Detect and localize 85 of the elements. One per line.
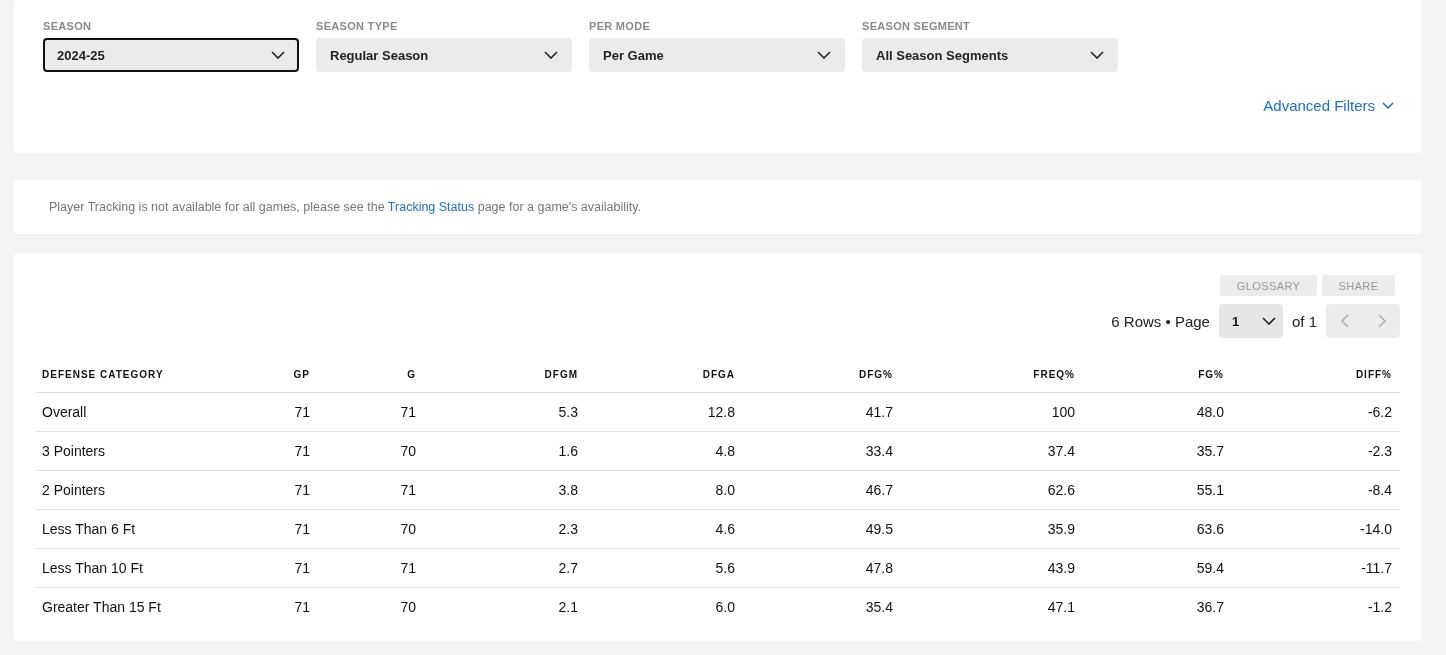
table-cell-text: 71 (293, 404, 311, 420)
table-cell-text: 71 (293, 599, 311, 615)
table-cell-text: -14.0 (1359, 521, 1393, 537)
table-cell-text: 35.4 (864, 599, 894, 615)
table-cell-text: 37.4 (1046, 443, 1076, 459)
table-cell-text: 71 (293, 521, 311, 537)
table-cell-text: 8.0 (714, 482, 736, 498)
table-cell-text: 2.1 (557, 599, 579, 615)
column-header[interactable]: GP (250, 368, 318, 380)
table-cell-text: 100 (1050, 404, 1076, 420)
page-count-label: of 1 (1291, 312, 1317, 330)
table-cell-text: 63.6 (1195, 521, 1225, 537)
filter-label: SEASON TYPE (316, 20, 399, 32)
table-cell-text: 36.7 (1195, 599, 1225, 615)
table-cell-text: 47.8 (864, 560, 894, 576)
chevron-left-icon (1340, 314, 1349, 328)
filter-dropdown[interactable]: Regular Season (316, 38, 572, 72)
table-cell-text: 4.8 (714, 443, 736, 459)
table-cell-text: Less Than 6 Ft (41, 521, 137, 537)
table-cell-text: 3.8 (557, 482, 579, 498)
table-cell-text: Overall (41, 404, 88, 420)
table-cell-text: 2.7 (557, 560, 579, 576)
table-cell-text: 62.6 (1046, 482, 1076, 498)
advanced-filters-link[interactable]: Advanced Filters (1263, 97, 1394, 114)
filter-label: SEASON (43, 20, 93, 32)
column-header[interactable]: DFG% (743, 368, 901, 380)
table-cell-text: 71 (293, 443, 311, 459)
table-cell-text: -11.7 (1360, 560, 1393, 576)
column-header[interactable]: DFGM (424, 368, 586, 380)
table-cell-text: 35.9 (1046, 521, 1076, 537)
table-cell-text: 46.7 (864, 482, 894, 498)
table-cell-text: 71 (293, 560, 311, 576)
table-cell-text: 71 (399, 482, 417, 498)
table-cell-text: 71 (399, 404, 417, 420)
tracking-notice: Player Tracking is not available for all games, please see the Tracking Status page for a game's availability. (49, 200, 642, 214)
column-header[interactable]: DIFF% (1232, 368, 1400, 380)
table-cell-text: 70 (399, 443, 417, 459)
page-dropdown[interactable]: 1 (1218, 304, 1283, 338)
table-cell-text: -1.2 (1366, 599, 1393, 615)
table-cell-text: -2.3 (1366, 443, 1393, 459)
table-cell-text: Less Than 10 Ft (41, 560, 144, 576)
table-cell-text: 12.8 (706, 404, 736, 420)
table-cell-text: 55.1 (1195, 482, 1225, 498)
filter-dropdown[interactable]: 2024-25 (43, 38, 299, 72)
filter-dropdown[interactable]: All Season Segments (862, 38, 1118, 72)
chevron-down-icon (1090, 51, 1104, 59)
table-cell-text: 70 (399, 521, 417, 537)
table-cell-text: 43.9 (1046, 560, 1076, 576)
chevron-down-icon (544, 51, 558, 59)
filter-dropdown[interactable]: Per Game (589, 38, 845, 72)
table-cell-text: 49.5 (864, 521, 894, 537)
table-cell-text: 5.6 (714, 560, 736, 576)
table-cell-text: 48.0 (1195, 404, 1225, 420)
column-header[interactable]: FREQ% (901, 368, 1083, 380)
table-cell-text: 41.7 (864, 404, 894, 420)
table-cell-text: Greater Than 15 Ft (41, 599, 162, 615)
chevron-down-icon (817, 51, 831, 59)
table-cell-text: 59.4 (1195, 560, 1225, 576)
column-header[interactable]: G (318, 368, 424, 380)
table-cell-text: 47.1 (1046, 599, 1076, 615)
table-cell-text: 2 Pointers (41, 482, 107, 498)
tracking-status-link[interactable]: Tracking Status (387, 200, 475, 214)
table-cell-text: 6.0 (714, 599, 736, 615)
filter-label: PER MODE (589, 20, 652, 32)
column-header[interactable]: DEFENSE CATEGORY (36, 368, 250, 380)
table-cell-text: 2.3 (557, 521, 579, 537)
table-cell-text: 35.7 (1195, 443, 1225, 459)
chevron-down-icon (1382, 101, 1394, 110)
table-cell-text: 71 (399, 560, 417, 576)
table-cell-text: 3 Pointers (41, 443, 107, 459)
column-header[interactable]: DFGA (586, 368, 743, 380)
table-cell-text: -6.2 (1366, 404, 1393, 420)
filter-label: SEASON SEGMENT (862, 20, 972, 32)
table-cell-text: -8.4 (1366, 482, 1393, 498)
chevron-down-icon (271, 51, 285, 59)
table-cell-text: 33.4 (864, 443, 894, 459)
table-cell-text: 71 (293, 482, 311, 498)
table-cell-text: 1.6 (557, 443, 579, 459)
chevron-down-icon (1261, 317, 1276, 325)
chevron-right-icon (1377, 314, 1386, 328)
column-header[interactable]: FG% (1083, 368, 1232, 380)
rows-page-label: 6 Rows • Page (1111, 312, 1210, 330)
table-cell-text: 4.6 (714, 521, 736, 537)
table-cell-text: 5.3 (557, 404, 579, 420)
table-cell-text: 70 (399, 599, 417, 615)
